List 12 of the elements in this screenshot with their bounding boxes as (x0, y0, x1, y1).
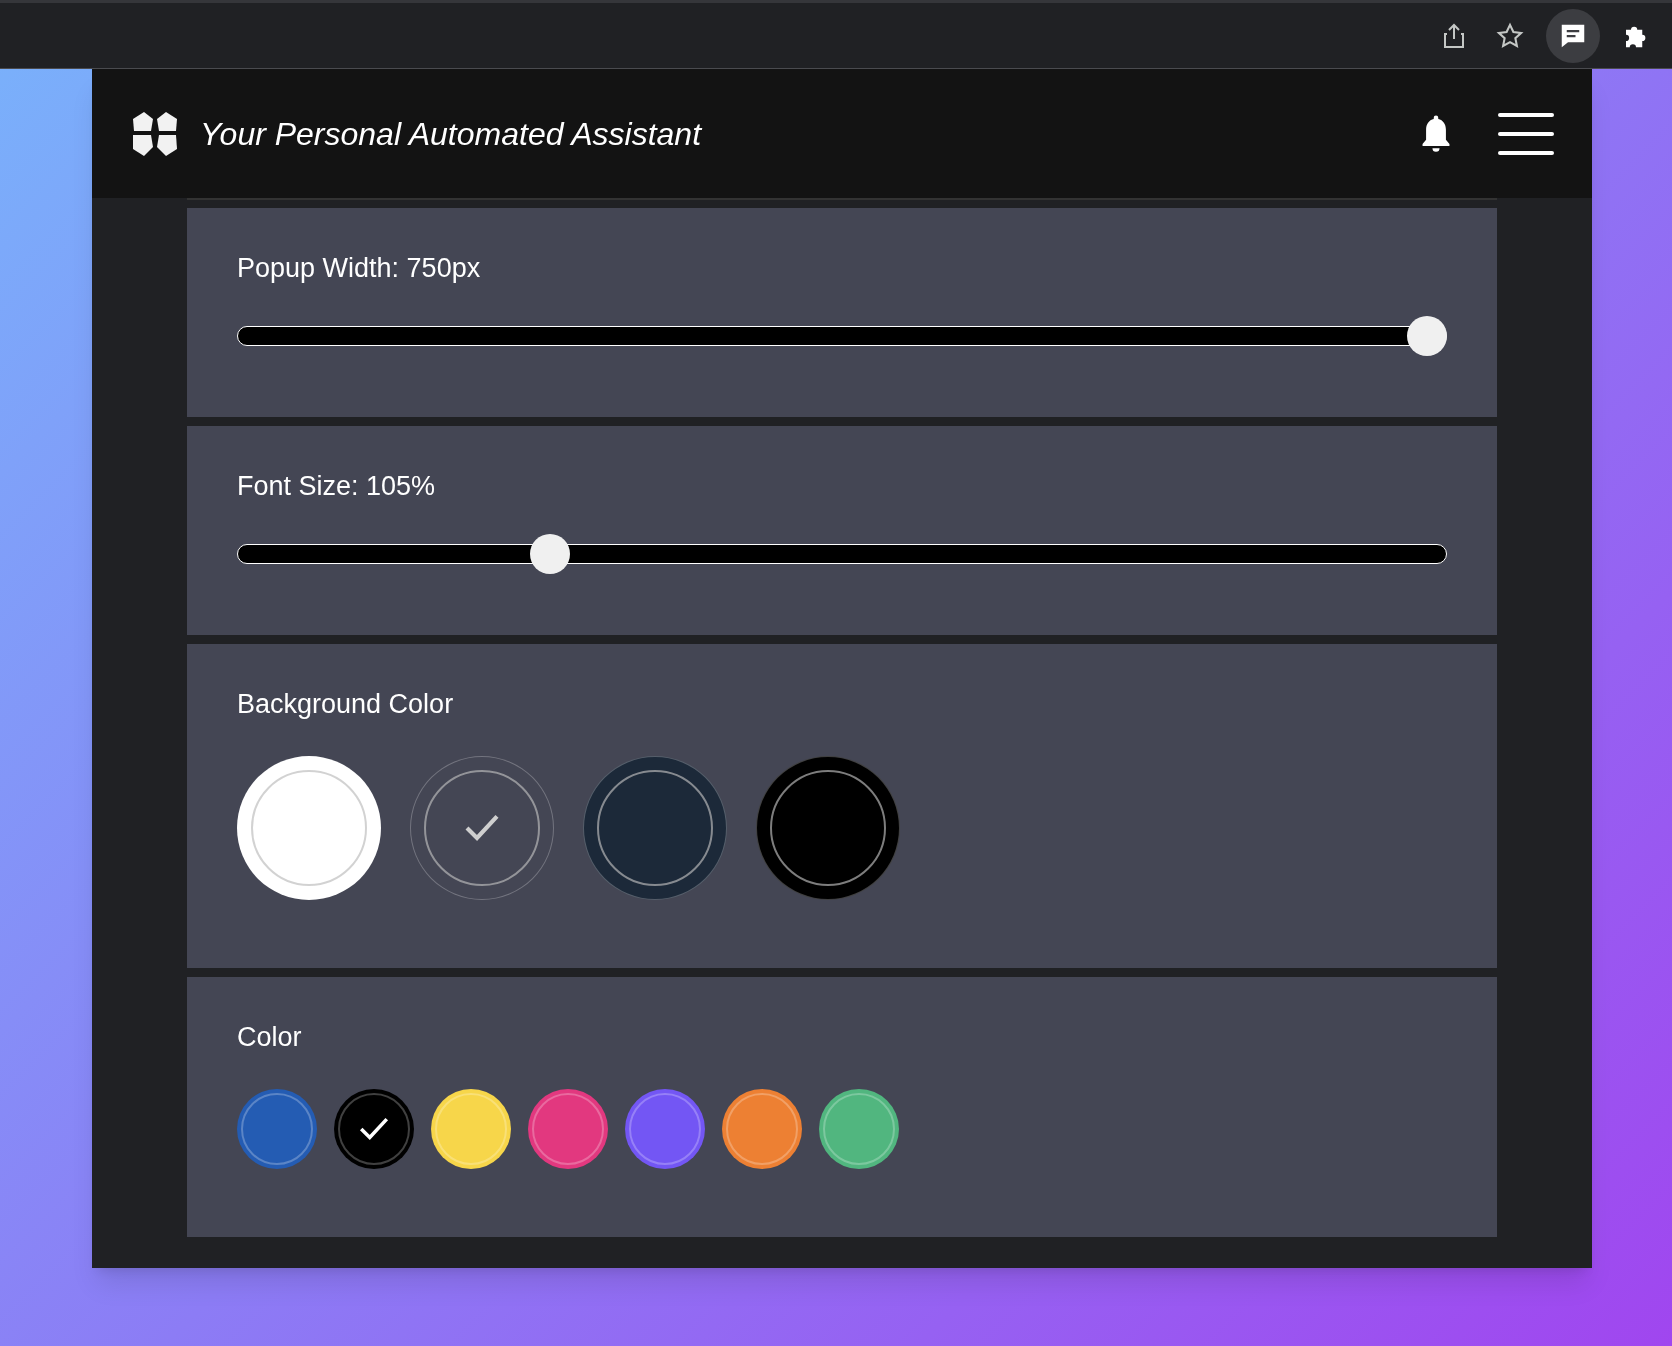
setting-label: Popup Width: 750px (237, 252, 482, 285)
chat-icon[interactable] (1546, 8, 1600, 63)
menu-icon[interactable] (1498, 112, 1554, 155)
setting-label: Background Color (237, 688, 455, 721)
slider-thumb[interactable] (529, 534, 570, 574)
slider[interactable] (237, 316, 1447, 356)
setting-label: Color (237, 1021, 303, 1054)
logo-icon (130, 110, 180, 157)
slider[interactable] (237, 534, 1447, 574)
setting-label: Font Size: 105% (237, 470, 437, 503)
slider-thumb[interactable] (1407, 316, 1447, 356)
app-title: Your Personal Automated Assistant (200, 114, 703, 154)
